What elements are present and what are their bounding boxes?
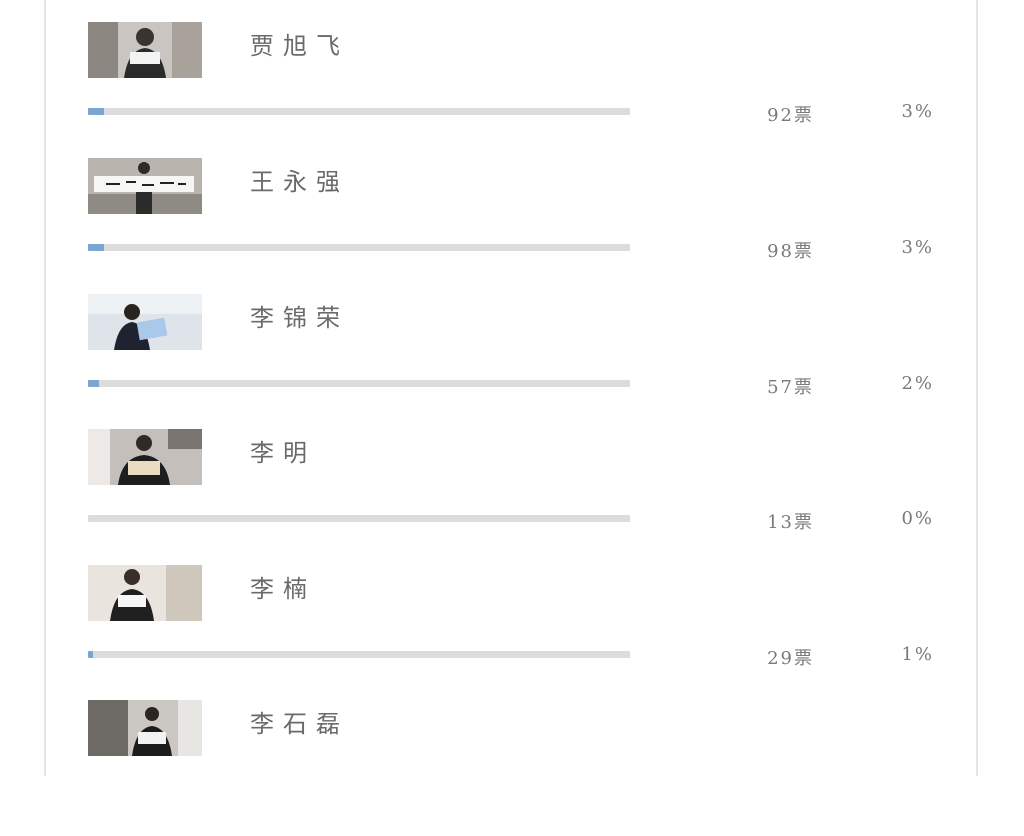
vote-progress-bar [88, 380, 630, 387]
vote-count: 98票 [767, 241, 814, 262]
vote-count: 92票 [767, 105, 814, 126]
candidate-name: 李锦荣 [250, 304, 349, 332]
vote-progress-fill [88, 380, 99, 387]
person-photo-icon [88, 700, 202, 756]
vote-percent: 3% [901, 101, 934, 122]
candidate-entry[interactable]: 李明 13票 0% [46, 429, 976, 565]
vote-progress-bar [88, 515, 630, 522]
vote-percent: 1% [901, 644, 934, 665]
vote-progress-fill [88, 108, 105, 115]
candidate-entry[interactable]: 李石磊 [46, 700, 976, 836]
candidate-entry[interactable]: 李楠 29票 1% [46, 565, 976, 701]
vote-progress-fill [88, 244, 105, 251]
candidate-entry[interactable]: 李锦荣 57票 2% [46, 294, 976, 430]
vote-count: 57票 [767, 377, 814, 398]
candidate-entry[interactable]: 贾旭飞 92票 3% [46, 22, 976, 158]
candidate-name: 李楠 [250, 575, 316, 603]
person-photo-icon [88, 158, 202, 214]
candidate-photo[interactable] [88, 700, 202, 756]
candidate-name: 贾旭飞 [250, 32, 349, 60]
vote-results-card: 贾旭飞 92票 3% 王永强 98票 3% 李锦荣 57票 2% 李明 13票 … [44, 0, 978, 776]
vote-percent: 0% [901, 508, 934, 529]
vote-percent: 3% [901, 237, 934, 258]
vote-percent: 2% [901, 373, 934, 394]
candidate-photo[interactable] [88, 294, 202, 350]
person-photo-icon [88, 294, 202, 350]
vote-progress-bar [88, 244, 630, 251]
vote-progress-fill [88, 651, 94, 658]
candidate-name: 李石磊 [250, 710, 349, 738]
vote-count: 13票 [767, 512, 814, 533]
candidate-name: 李明 [250, 439, 316, 467]
vote-progress-bar [88, 108, 630, 115]
candidate-photo[interactable] [88, 22, 202, 78]
candidate-entry[interactable]: 王永强 98票 3% [46, 158, 976, 294]
person-photo-icon [88, 565, 202, 621]
vote-count: 29票 [767, 648, 814, 669]
person-photo-icon [88, 22, 202, 78]
person-photo-icon [88, 429, 202, 485]
candidate-name: 王永强 [250, 168, 349, 196]
candidate-photo[interactable] [88, 158, 202, 214]
candidate-photo[interactable] [88, 429, 202, 485]
candidate-photo[interactable] [88, 565, 202, 621]
vote-progress-bar [88, 651, 630, 658]
